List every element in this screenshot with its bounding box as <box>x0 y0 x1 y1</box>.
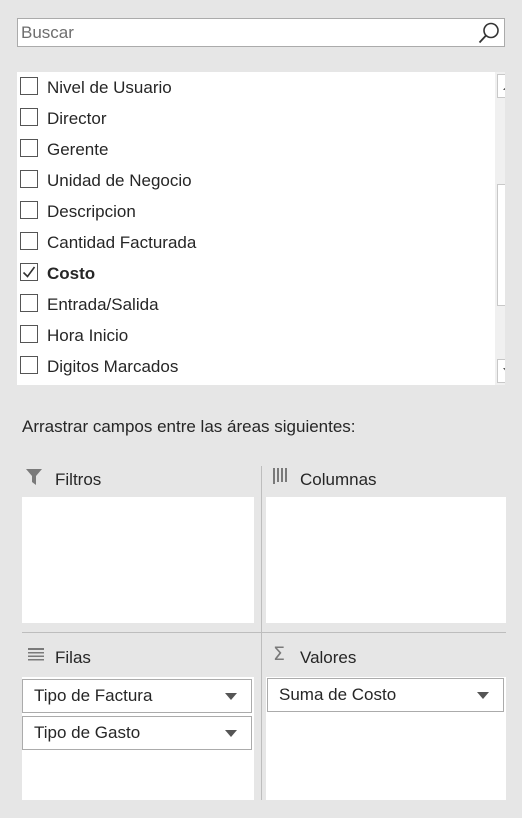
field-label: Descripcion <box>47 202 136 221</box>
field-item[interactable]: Nivel de Usuario <box>17 73 477 104</box>
checkmark-icon <box>22 266 36 278</box>
values-drop-zone[interactable]: Suma de Costo <box>266 677 506 800</box>
values-area-title: Valores <box>300 648 357 667</box>
field-label: Cantidad Facturada <box>47 233 197 252</box>
field-label: Entrada/Salida <box>47 295 159 314</box>
rows-field-label: Tipo de Gasto <box>34 723 141 742</box>
field-item[interactable]: Cantidad Facturada <box>17 228 477 259</box>
field-checkbox[interactable] <box>20 139 38 157</box>
field-checkbox[interactable] <box>20 201 38 219</box>
values-area-header: Σ Valores <box>266 643 506 673</box>
sigma-icon: Σ <box>273 643 286 665</box>
rows-field-label: Tipo de Factura <box>34 686 153 705</box>
scroll-up-button[interactable] <box>497 74 505 98</box>
search-box[interactable] <box>17 18 505 47</box>
vertical-divider <box>261 466 262 800</box>
filters-area-header: Filtros <box>22 465 254 495</box>
rows-field-pill[interactable]: Tipo de Factura <box>22 679 252 713</box>
field-item[interactable]: Costo <box>17 259 477 290</box>
rows-area-header: Filas <box>22 643 254 673</box>
rows-icon <box>28 648 44 661</box>
rows-area-title: Filas <box>55 648 91 667</box>
field-label: Costo <box>47 264 96 283</box>
values-field-pill[interactable]: Suma de Costo <box>267 678 504 712</box>
field-checkbox[interactable] <box>20 263 38 281</box>
field-label: Digitos Marcados <box>47 357 179 376</box>
arrow-down-icon <box>503 368 505 375</box>
field-checkbox[interactable] <box>20 232 38 250</box>
field-label: Hora Inicio <box>47 326 129 345</box>
field-label: Gerente <box>47 140 109 159</box>
field-checkbox[interactable] <box>20 294 38 312</box>
search-icon[interactable] <box>477 21 501 45</box>
field-list: Nivel de Usuario Director Gerente Unidad de… <box>17 72 505 385</box>
field-item[interactable]: Entrada/Salida <box>17 290 477 321</box>
filters-drop-zone[interactable] <box>22 497 254 623</box>
rows-field-pill[interactable]: Tipo de Gasto <box>22 716 252 750</box>
values-field-label: Suma de Costo <box>279 685 397 704</box>
field-checkbox[interactable] <box>20 108 38 126</box>
field-label: Nivel de Usuario <box>47 78 172 97</box>
rows-drop-zone[interactable]: Tipo de Factura Tipo de Gasto <box>22 677 254 800</box>
chevron-down-icon[interactable] <box>225 693 237 700</box>
field-checkbox[interactable] <box>20 325 38 343</box>
filter-icon <box>26 469 42 485</box>
field-item[interactable]: Gerente <box>17 135 477 166</box>
columns-area-title: Columnas <box>300 470 377 489</box>
scroll-down-button[interactable] <box>497 359 505 383</box>
field-item[interactable]: Unidad de Negocio <box>17 166 477 197</box>
arrow-up-icon <box>503 83 505 90</box>
chevron-down-icon[interactable] <box>225 730 237 737</box>
field-checkbox[interactable] <box>20 356 38 374</box>
field-checkbox[interactable] <box>20 170 38 188</box>
field-item[interactable]: Descripcion <box>17 197 477 228</box>
field-label: Unidad de Negocio <box>47 171 192 190</box>
field-item[interactable]: Director <box>17 104 477 135</box>
scrollbar-thumb[interactable] <box>497 184 505 306</box>
chevron-down-icon[interactable] <box>477 692 489 699</box>
field-item[interactable]: Digitos Marcados <box>17 352 477 383</box>
field-item[interactable]: Hora Inicio <box>17 321 477 352</box>
filters-area-title: Filtros <box>55 470 102 489</box>
field-label: Director <box>47 109 107 128</box>
columns-area-header: Columnas <box>266 465 506 495</box>
columns-drop-zone[interactable] <box>266 497 506 623</box>
field-checkbox[interactable] <box>20 77 38 95</box>
search-input[interactable] <box>18 19 476 46</box>
drag-hint: Arrastrar campos entre las áreas siguien… <box>22 417 356 436</box>
horizontal-divider <box>22 632 506 633</box>
columns-icon <box>273 468 287 484</box>
vertical-scrollbar[interactable] <box>495 72 505 385</box>
